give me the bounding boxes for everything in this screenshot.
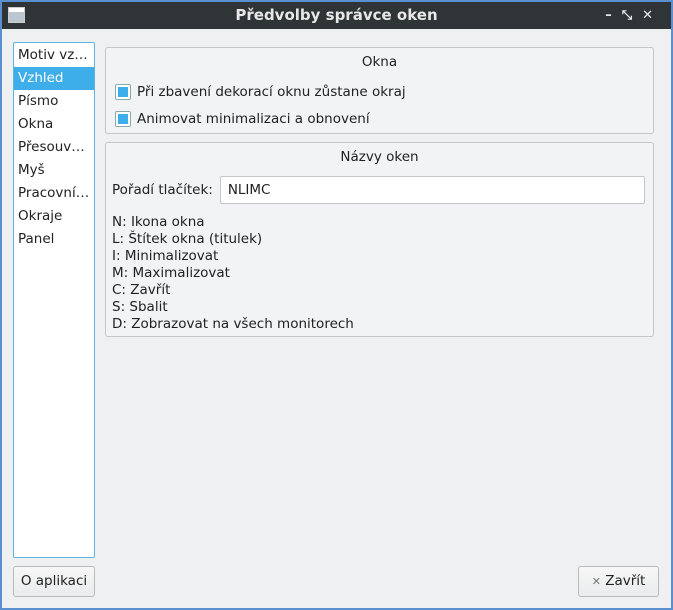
maximize-icon[interactable]: ⤡ bbox=[622, 8, 642, 23]
window-title: Předvolby správce oken bbox=[235, 6, 438, 24]
checkbox-checked-icon bbox=[115, 110, 131, 127]
sidebar-item-moving[interactable]: Přesouv… bbox=[14, 136, 94, 159]
minimize-icon[interactable]: – bbox=[605, 8, 622, 23]
legend-line: D: Zobrazovat na všech monitorech bbox=[112, 316, 354, 332]
titles-group: Názvy oken Pořadí tlačítek: NLIMC N: Iko… bbox=[105, 142, 654, 337]
title-bar: Předvolby správce oken –⤡✕ bbox=[2, 2, 671, 29]
category-list: Motiv vz… Vzhled Písmo Okna Přesouv… Myš… bbox=[13, 42, 95, 558]
checkbox-label: Animovat minimalizaci a obnovení bbox=[137, 110, 370, 127]
keep-border-checkbox[interactable]: Při zbavení dekorací oknu zůstane okraj bbox=[115, 82, 653, 101]
windows-group: Okna Při zbavení dekorací oknu zůstane o… bbox=[105, 47, 654, 134]
button-order-label: Pořadí tlačítek: bbox=[112, 182, 213, 198]
animate-checkbox[interactable]: Animovat minimalizaci a obnovení bbox=[115, 109, 653, 128]
sidebar-item-margins[interactable]: Okraje bbox=[14, 205, 94, 228]
legend-line: M: Maximalizovat bbox=[112, 265, 230, 281]
button-legend: N: Ikona okna L: Štítek okna (titulek) I… bbox=[112, 214, 653, 333]
group-title: Názvy oken bbox=[340, 149, 419, 165]
legend-line: L: Štítek okna (titulek) bbox=[112, 231, 263, 247]
legend-line: S: Sbalit bbox=[112, 299, 168, 315]
preferences-window: Předvolby správce oken –⤡✕ Motiv vz… Vzh… bbox=[2, 2, 671, 608]
checkbox-checked-icon bbox=[115, 83, 131, 100]
legend-line: N: Ikona okna bbox=[112, 214, 205, 230]
about-button[interactable]: O aplikaci bbox=[13, 566, 95, 597]
sidebar-item-appearance[interactable]: Vzhled bbox=[14, 67, 94, 90]
sidebar-item-mouse[interactable]: Myš bbox=[14, 159, 94, 182]
sidebar-item-desktops[interactable]: Pracovní… bbox=[14, 182, 94, 205]
app-icon bbox=[8, 7, 25, 23]
legend-line: C: Zavřít bbox=[112, 282, 171, 298]
checkbox-label: Při zbavení dekorací oknu zůstane okraj bbox=[137, 83, 406, 100]
sidebar-item-panel[interactable]: Panel bbox=[14, 228, 94, 251]
sidebar-item-theme[interactable]: Motiv vz… bbox=[14, 44, 94, 67]
group-title: Okna bbox=[361, 54, 398, 70]
legend-line: I: Minimalizovat bbox=[112, 248, 219, 264]
close-label: Zavřít bbox=[605, 573, 646, 589]
sidebar-item-windows[interactable]: Okna bbox=[14, 113, 94, 136]
button-order-input[interactable]: NLIMC bbox=[219, 176, 645, 204]
close-icon[interactable]: ✕ bbox=[642, 8, 663, 23]
sidebar-item-font[interactable]: Písmo bbox=[14, 90, 94, 113]
close-button[interactable]: ✕ Zavřít bbox=[578, 566, 659, 597]
close-x-icon: ✕ bbox=[591, 575, 601, 588]
